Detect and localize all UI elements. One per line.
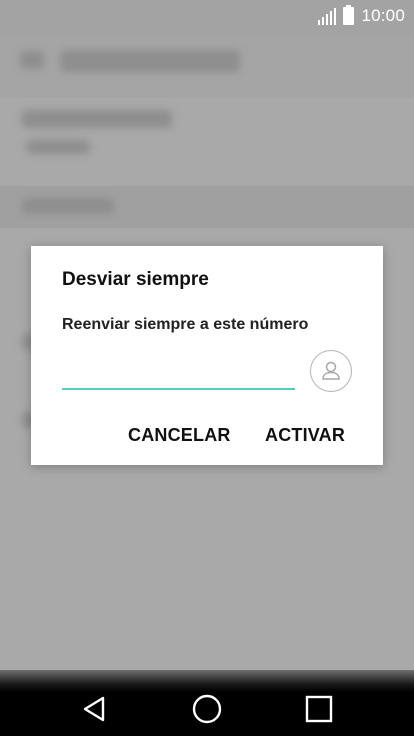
phone-number-input[interactable] [62, 352, 295, 390]
status-time: 10:00 [361, 6, 405, 25]
contact-picker-button[interactable] [310, 350, 352, 392]
recents-icon [305, 695, 333, 723]
home-icon [192, 694, 222, 724]
background-section-label [22, 198, 114, 214]
cancel-button[interactable]: CANCELAR [128, 421, 231, 449]
home-button[interactable] [187, 692, 227, 726]
back-button[interactable] [74, 692, 114, 726]
dialog-title: Desviar siempre [62, 269, 209, 290]
background-back-icon [20, 51, 44, 69]
back-icon [83, 696, 105, 722]
background-toolbar [0, 34, 414, 98]
status-indicators: 10:00 [318, 5, 405, 27]
recents-button[interactable] [299, 692, 339, 726]
dialog-message: Reenviar siempre a este número [62, 316, 309, 333]
background-item-title [22, 110, 172, 128]
status-bar: 10:00 [0, 0, 414, 34]
contact-picker-icon [322, 361, 340, 380]
battery-icon [343, 5, 355, 25]
background-title [60, 50, 240, 72]
background-item-subtitle [26, 140, 90, 154]
navigation-bar [0, 670, 414, 736]
activate-button[interactable]: ACTIVAR [265, 421, 345, 449]
signal-icon [318, 7, 337, 25]
